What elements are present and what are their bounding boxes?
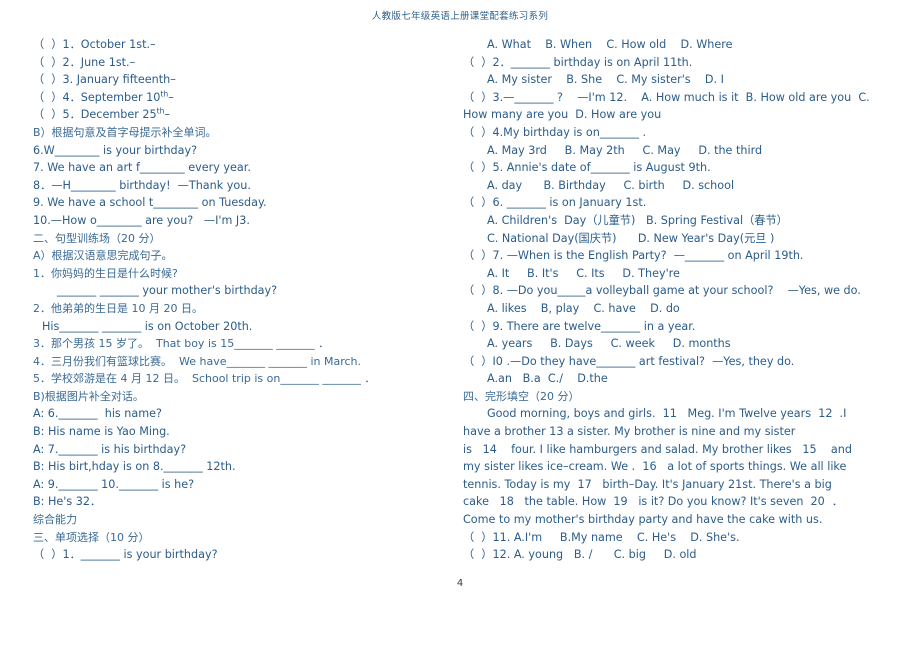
page-number: 4: [456, 578, 464, 589]
exercise-line: 4．三月份我们有篮球比赛。 We have_______ _______ in …: [33, 354, 362, 368]
exercise-line: His_______ _______ is on October 20th.: [42, 319, 253, 333]
exercise-line: 三、单项选择（10 分）: [33, 530, 150, 544]
exercise-line: C. National Day(国庆节) D. New Year's Day(元…: [487, 231, 775, 245]
exercise-line: How many are you D. How are you: [463, 108, 662, 122]
exercise-line: （ ）2．_______ birthday is on April 11th.: [463, 55, 693, 69]
exercise-line: A. What B. When C. How old D. Where: [487, 38, 733, 51]
exercise-line: 5．学校郊游是在 4 月 12 日。 School trip is on____…: [33, 372, 376, 386]
exercise-line: （ ）I0 .—Do they have_______ art festival…: [463, 354, 795, 368]
exercise-line: B)根据图片补全对话。: [33, 389, 144, 403]
exercise-line: tennis. Today is my 17 birth–Day. It's J…: [463, 477, 832, 491]
left-column: （ ）1．October 1st.– （ ）2．June 1st.– （ ）3. J…: [33, 36, 433, 564]
exercise-line: （ ）3.—_______ ? —I'm 12. A. How much is …: [463, 90, 870, 104]
exercise-line: 6.W________ is your birthday?: [33, 143, 198, 157]
exercise-line: B: His birt,hday is on 8._______ 12th.: [33, 460, 236, 474]
exercise-line: _______ _______ your mother's birthday?: [57, 284, 278, 298]
exercise-line: （ ）2．June 1st.–: [33, 55, 136, 69]
exercise-line: Good morning, boys and girls. 11 Meg. I'…: [487, 407, 847, 421]
exercise-line: B: His name is Yao Ming.: [33, 425, 170, 439]
exercise-line: my sister likes ice–cream. We . 16 a lot…: [463, 460, 847, 474]
exercise-line: 二、句型训练场（20 分）: [33, 231, 161, 245]
exercise-line: （ ）9. There are twelve_______ in a year.: [463, 319, 696, 333]
exercise-line: 8．—H________ birthday! —Thank you.: [33, 178, 251, 192]
exercise-line: （ ）5. Annie's date of_______ is August 9…: [463, 161, 711, 175]
exercise-line: （ ）6. _______ is on January 1st.: [463, 196, 647, 210]
exercise-line: （ ）4．September 10th–: [33, 89, 174, 104]
exercise-line: （ ）12. A. young B. / C. big D. old: [463, 548, 697, 562]
exercise-line: （ ）1．October 1st.–: [33, 38, 156, 51]
exercise-line: （ ）5．December 25th–: [33, 106, 171, 122]
exercise-line: A. It B. It's C. Its D. They're: [487, 266, 680, 280]
exercise-line: is 14 four. I like hamburgers and salad.…: [463, 442, 852, 456]
exercise-line: （ ）3. January fifteenth–: [33, 73, 176, 87]
exercise-line: 四、完形填空（20 分）: [463, 389, 580, 403]
exercise-line: （ ）1．_______ is your birthday?: [33, 548, 218, 562]
exercise-line: A）根据汉语意思完成句子。: [33, 249, 173, 263]
exercise-line: A. Children's Day（儿童节) B. Spring Festiva…: [487, 213, 788, 227]
exercise-line: （ ）8. —Do you_____a volleyball game at y…: [463, 284, 861, 298]
exercise-line: （ ）4.My birthday is on_______ .: [463, 125, 647, 139]
exercise-line: （ ）7. —When is the English Party? —_____…: [463, 249, 804, 263]
exercise-line: 7. We have an art f________ every year.: [33, 161, 251, 175]
ordinal-suffix: th: [156, 106, 165, 116]
exercise-line: （ ）11. A.I'm B.My name C. He's D. She's.: [463, 530, 740, 544]
exercise-line: 2．他弟弟的生日是 10 月 20 日。: [33, 301, 203, 315]
exercise-line: A. likes B, play C. have D. do: [487, 301, 680, 315]
exercise-line: 1．你妈妈的生日是什么时候?: [33, 266, 178, 280]
exercise-line: Come to my mother's birthday party and h…: [463, 513, 823, 527]
exercise-line: 10.—How o________ are you? —I'm J3.: [33, 213, 250, 227]
exercise-line: 9. We have a school t________ on Tuesday…: [33, 196, 267, 210]
right-column: A. What B. When C. How old D. Where （ ）2．…: [463, 36, 903, 564]
exercise-line: 综合能力: [33, 513, 77, 527]
worksheet-page: 人教版七年级英语上册课堂配套练习系列 （ ）1．October 1st.– （ ）…: [0, 0, 920, 651]
document-header-title: 人教版七年级英语上册课堂配套练习系列: [371, 11, 549, 22]
exercise-line: A. My sister B. She C. My sister's D. I: [487, 73, 724, 87]
exercise-line: A.an B.a C./ D.the: [487, 372, 608, 386]
exercise-line: B）根据句意及首字母提示补全单词。: [33, 125, 217, 139]
exercise-line: A: 9._______ 10._______ is he?: [33, 477, 195, 491]
exercise-line: A. years B. Days C. week D. months: [487, 337, 731, 351]
ordinal-suffix: th: [160, 89, 169, 99]
exercise-line: B: He's 32．: [33, 495, 102, 509]
exercise-line: A. May 3rd B. May 2th C. May D. the thir…: [487, 143, 763, 157]
exercise-line: cake 18 the table. How 19 is it? Do you …: [463, 495, 844, 509]
two-column-body: （ ）1．October 1st.– （ ）2．June 1st.– （ ）3. J…: [0, 36, 920, 571]
exercise-line: A: 6._______ his name?: [33, 407, 162, 421]
exercise-line: have a brother 13 a sister. My brother i…: [463, 425, 796, 439]
exercise-line: A: 7._______ is his birthday?: [33, 442, 187, 456]
exercise-line: A. day B. Birthday C. birth D. school: [487, 178, 735, 192]
exercise-line: 3．那个男孩 15 岁了。 That boy is 15_______ ____…: [33, 337, 330, 351]
